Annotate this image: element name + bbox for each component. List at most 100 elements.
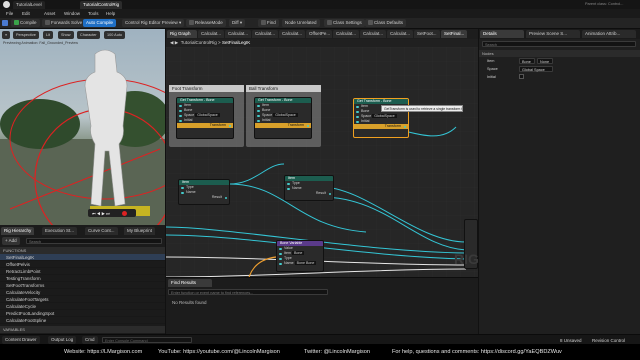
auto-compile-button[interactable]: Auto Compile: [83, 19, 117, 27]
play-controls-icon[interactable]: ⏮ ◀ ▶ ⏭: [92, 211, 110, 216]
tab-asset[interactable]: TutorialControlRig: [80, 1, 123, 9]
footer-twitter: Twitter: @LincolnMargison: [304, 349, 370, 355]
output-log-button[interactable]: Output Log: [48, 336, 77, 344]
graph-tab[interactable]: OffsetPe...: [306, 30, 332, 38]
rig-search-input[interactable]: Search: [26, 238, 162, 244]
graph-tab-active[interactable]: SetFinal...: [441, 30, 467, 38]
diff-button[interactable]: Diff ▾: [229, 19, 246, 27]
perspective-button[interactable]: Perspective: [13, 31, 39, 39]
get-transform-node-selected[interactable]: Get Transform - Bone Item Bone Space Glo…: [353, 98, 409, 138]
menu-help[interactable]: Help: [106, 11, 115, 17]
viewport-menu-button[interactable]: ≡: [2, 31, 11, 39]
space-dropdown[interactable]: Global Space: [519, 66, 553, 72]
back-arrow-icon[interactable]: ◀ ▶: [170, 40, 178, 45]
nodes-section[interactable]: Nodes: [479, 50, 640, 57]
graph-tab[interactable]: Calculat...: [360, 30, 386, 38]
record-icon[interactable]: [122, 210, 127, 216]
list-item[interactable]: CalculateFootSpline: [0, 317, 165, 324]
menu-tools[interactable]: Tools: [88, 11, 99, 17]
list-item[interactable]: CalculateCycle: [0, 303, 165, 310]
item-node[interactable]: Item Type Name Result: [284, 175, 334, 201]
tab-project[interactable]: TutorialLevel: [13, 1, 45, 9]
menu-edit[interactable]: Edit: [22, 11, 30, 17]
find-result-text: No Results found: [172, 300, 207, 305]
graph-tab[interactable]: Calculat...: [198, 30, 224, 38]
graph-tab[interactable]: SetFoot...: [414, 30, 440, 38]
tab-animation-attributes[interactable]: Animation Attrib...: [582, 30, 636, 38]
fps-button[interactable]: 100 Auto: [104, 31, 125, 39]
footer-help: For help, questions and comments: https:…: [392, 349, 562, 355]
tab-details[interactable]: Details: [480, 30, 524, 38]
comment-title[interactable]: Foot Transform: [169, 85, 244, 92]
show-button[interactable]: Show: [58, 31, 74, 39]
forwards-solve-button[interactable]: Forwards Solve: [42, 19, 86, 27]
revision-control-button[interactable]: Revision Control: [592, 338, 625, 343]
item-name-dropdown[interactable]: None: [537, 58, 553, 64]
tab-execution-stack[interactable]: Execution St...: [42, 227, 78, 235]
add-button[interactable]: + Add: [2, 237, 20, 245]
cmd-button[interactable]: Cmd: [82, 336, 98, 344]
bone-variable-node[interactable]: Bone Variable Value Item Bone Type Name …: [276, 240, 324, 272]
find-input[interactable]: Enter function or event name to find ref…: [168, 289, 328, 295]
class-defaults-button[interactable]: Class Defaults: [365, 19, 407, 27]
class-settings-button[interactable]: Class Settings: [324, 19, 365, 27]
menu-window[interactable]: Window: [64, 11, 80, 17]
breadcrumb-rig[interactable]: TutorialControlRig: [181, 40, 217, 45]
prop-label: Initial: [487, 75, 496, 79]
node-output[interactable]: Result: [285, 191, 333, 196]
node-output[interactable]: Transform: [255, 123, 311, 128]
list-item[interactable]: PredictFootLandingSpot: [0, 310, 165, 317]
menu-file[interactable]: File: [6, 11, 13, 17]
list-item[interactable]: CalculateFootTargets: [0, 296, 165, 303]
tab-rig-graph[interactable]: Rig Graph: [167, 30, 197, 38]
menu-asset[interactable]: Asset: [44, 11, 55, 17]
tab-preview-scene[interactable]: Preview Scene S...: [526, 30, 580, 38]
graph-tab[interactable]: Calculat...: [387, 30, 413, 38]
release-mode-button[interactable]: ReleaseMode: [186, 19, 226, 27]
variables-section[interactable]: VARIABLES: [0, 326, 165, 333]
tab-find-results[interactable]: Find Results: [168, 279, 212, 287]
unsaved-indicator[interactable]: 8 Unsaved: [560, 338, 582, 343]
character-button[interactable]: Character: [77, 31, 100, 39]
preview-dropdown[interactable]: Control Rig Editor Preview ▾: [122, 19, 185, 27]
prop-label: Item: [487, 59, 495, 63]
content-drawer-button[interactable]: Content Drawer: [2, 336, 40, 344]
list-item[interactable]: RetractLimbPoint: [0, 268, 165, 275]
initial-checkbox[interactable]: [519, 74, 524, 79]
lit-button[interactable]: Lit: [43, 31, 54, 39]
comment-title[interactable]: Ball Transform: [246, 85, 321, 92]
list-item[interactable]: SetFinalLegIK: [0, 254, 165, 261]
list-item[interactable]: CalculateVelocity: [0, 289, 165, 296]
graph-tab[interactable]: Calculat...: [279, 30, 305, 38]
graph-editor[interactable]: Rig Graph Calculat... Calculat... Calcul…: [166, 29, 478, 334]
tab-my-blueprint[interactable]: My Blueprint: [124, 227, 156, 235]
list-item[interactable]: OffsetPelvis: [0, 261, 165, 268]
node-output[interactable]: Transform: [354, 124, 408, 129]
find-results-panel: Find Results Enter function or event nam…: [166, 277, 478, 334]
item-type-dropdown[interactable]: Bone: [519, 58, 535, 64]
playback-controls[interactable]: ⏮ ◀ ▶ ⏭: [88, 209, 136, 217]
tab-rig-hierarchy[interactable]: Rig Hierarchy: [1, 227, 35, 235]
details-search-input[interactable]: Search: [482, 41, 636, 47]
node-output[interactable]: Transform: [177, 123, 233, 128]
get-transform-node[interactable]: Get Transform - Bone Item Bone Space Glo…: [176, 97, 234, 139]
left-column: ≡ Perspective Lit Show Character 100 Aut…: [0, 29, 165, 334]
functions-section[interactable]: FUNCTIONS: [0, 247, 165, 254]
graph-tab[interactable]: Calculat...: [225, 30, 251, 38]
graph-tab[interactable]: Calculat...: [252, 30, 278, 38]
save-icon[interactable]: [2, 20, 8, 26]
item-node[interactable]: Item Type Name Result: [178, 179, 230, 205]
node-output[interactable]: Result: [179, 195, 229, 200]
compile-button[interactable]: Compile: [11, 19, 40, 27]
list-item[interactable]: TestingTransform: [0, 275, 165, 282]
tab-curve-container[interactable]: Curve Cont...: [85, 227, 118, 235]
viewport[interactable]: ≡ Perspective Lit Show Character 100 Aut…: [0, 29, 165, 225]
find-button[interactable]: Find: [258, 19, 279, 27]
get-transform-node[interactable]: Get Transform - Bone Item Bone Space Glo…: [254, 97, 312, 139]
console-input[interactable]: Enter Console Command: [102, 337, 192, 343]
list-item[interactable]: SetFootTransforms: [0, 282, 165, 289]
node-pin[interactable]: Name Bone Bone: [277, 261, 323, 266]
graph-tab[interactable]: Calculat...: [333, 30, 359, 38]
breadcrumb-function[interactable]: SetFinalLegIK: [222, 40, 250, 45]
node-unrelated-button[interactable]: Node Unrelated: [282, 19, 320, 27]
